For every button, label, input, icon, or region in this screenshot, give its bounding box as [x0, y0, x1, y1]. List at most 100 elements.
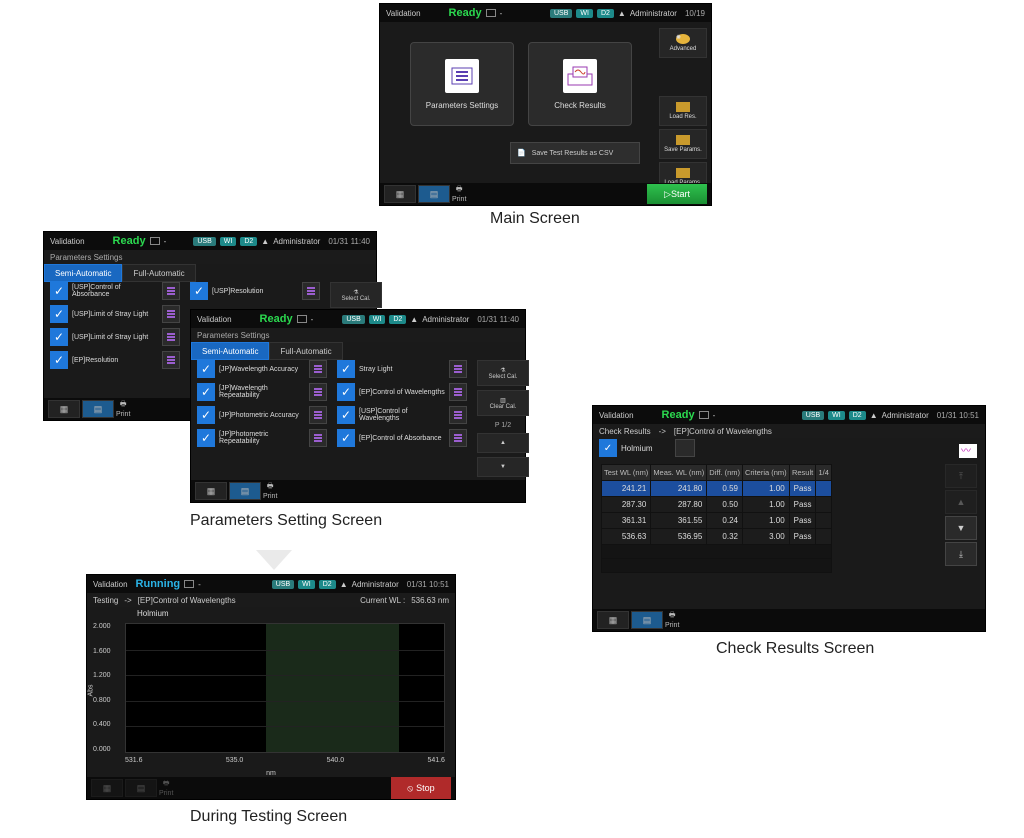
- table-row[interactable]: 287.30287.800.501.00 Pass: [602, 497, 832, 513]
- config-button[interactable]: [449, 429, 467, 447]
- battery-icon: [699, 411, 709, 419]
- checkbox[interactable]: ✓: [50, 282, 68, 300]
- card-parameters-settings[interactable]: Parameters Settings: [410, 42, 514, 126]
- config-button[interactable]: [309, 360, 327, 378]
- advanced-button[interactable]: ✺ Advanced: [659, 28, 707, 58]
- config-button[interactable]: [162, 328, 180, 346]
- breadcrumb-mode: Testing: [93, 596, 118, 605]
- status-text: Running: [136, 578, 181, 590]
- table-row[interactable]: 536.63536.950.323.00 Pass: [602, 529, 832, 545]
- config-button[interactable]: [309, 429, 327, 447]
- table-row: [602, 545, 832, 559]
- checkbox[interactable]: ✓: [50, 351, 68, 369]
- checkbox[interactable]: ✓: [190, 282, 208, 300]
- titlebar: Validation Ready - USB WI D2 ▲ Administr…: [191, 310, 525, 328]
- config-button[interactable]: [309, 406, 327, 424]
- datetime: 01/31 11:40: [328, 237, 370, 246]
- select-cal-button[interactable]: ⚗ Select Cal.: [330, 282, 382, 308]
- checkbox[interactable]: ✓: [50, 305, 68, 323]
- folder-icon: [676, 102, 690, 112]
- specimen-list-button[interactable]: [675, 439, 695, 457]
- x-tick: 531.6: [125, 757, 143, 767]
- param-label: [EP]Control of Absorbance: [359, 435, 445, 442]
- user-label: Administrator: [422, 315, 469, 324]
- show-graph-button[interactable]: [959, 444, 977, 458]
- list-view-button[interactable]: ▤: [418, 185, 450, 203]
- checkbox[interactable]: ✓: [197, 383, 215, 401]
- grid-view-button[interactable]: ▦: [597, 611, 629, 629]
- print-button[interactable]: 🖶 Print: [665, 611, 679, 629]
- list-view-button[interactable]: ▤: [631, 611, 663, 629]
- start-button[interactable]: ▷ Start: [647, 184, 707, 204]
- app-title: Validation: [197, 315, 232, 324]
- breadcrumb-item: [EP]Control of Wavelengths: [138, 596, 236, 605]
- tab-full-automatic[interactable]: Full-Automatic: [269, 342, 342, 360]
- page-last-button[interactable]: ⤓: [945, 542, 977, 566]
- caption-results: Check Results Screen: [716, 640, 874, 658]
- wi-chip: WI: [220, 237, 237, 246]
- card-check-results-label: Check Results: [554, 101, 606, 110]
- config-button[interactable]: [449, 406, 467, 424]
- battery-icon: [486, 9, 496, 17]
- tab-semi-automatic[interactable]: Semi-Automatic: [191, 342, 269, 360]
- config-button[interactable]: [162, 305, 180, 323]
- clear-cal-button[interactable]: ▥ Clear Cal.: [477, 390, 529, 416]
- config-button[interactable]: [449, 383, 467, 401]
- config-button[interactable]: [302, 282, 320, 300]
- list-view-button[interactable]: ▤: [82, 400, 114, 418]
- select-cal-label: Select Cal.: [488, 374, 517, 380]
- column-header: Meas. WL (nm): [651, 465, 707, 481]
- config-button[interactable]: [162, 282, 180, 300]
- tab-full-automatic[interactable]: Full-Automatic: [122, 264, 195, 282]
- param-label: [JP]Photometric Accuracy: [219, 412, 305, 419]
- checkbox[interactable]: ✓: [197, 429, 215, 447]
- page-down-button[interactable]: ▼: [477, 457, 529, 477]
- table-row[interactable]: 241.21241.800.591.00 Pass: [602, 481, 832, 497]
- card-check-results[interactable]: Check Results: [528, 42, 632, 126]
- config-button[interactable]: [162, 351, 180, 369]
- config-button[interactable]: [449, 360, 467, 378]
- config-button[interactable]: [309, 383, 327, 401]
- d2-chip: D2: [319, 580, 336, 589]
- checkbox[interactable]: ✓: [337, 429, 355, 447]
- stop-button[interactable]: ⦸ Stop: [391, 777, 451, 799]
- list-view-button: ▤: [125, 779, 157, 797]
- save-params-button[interactable]: Save Params.: [659, 129, 707, 159]
- play-icon: ▷: [664, 189, 671, 200]
- results-screen: Validation Ready - USB WI D2 ▲ Administr…: [592, 405, 986, 632]
- save-csv-button[interactable]: 📄 Save Test Results as CSV: [510, 142, 640, 164]
- checkbox[interactable]: ✓: [197, 360, 215, 378]
- grid-view-button[interactable]: ▦: [384, 185, 416, 203]
- select-cal-button[interactable]: ⚗ Select Cal.: [477, 360, 529, 386]
- printer-icon: 🖶: [163, 779, 170, 790]
- list-view-button[interactable]: ▤: [229, 482, 261, 500]
- param-label: [USP]Resolution: [212, 288, 298, 295]
- checkbox[interactable]: ✓: [197, 406, 215, 424]
- checkbox[interactable]: ✓: [337, 360, 355, 378]
- print-button[interactable]: 🖶 Print: [452, 185, 466, 203]
- flask-icon: ⚗: [500, 367, 505, 374]
- page-up-button[interactable]: ▲: [477, 433, 529, 453]
- page-down-button[interactable]: ▼: [945, 516, 977, 540]
- status-text: Ready: [260, 313, 293, 325]
- column-header: Test WL (nm): [602, 465, 651, 481]
- print-label: Print: [452, 196, 466, 203]
- checkbox[interactable]: ✓: [337, 383, 355, 401]
- print-button[interactable]: 🖶 Print: [263, 482, 277, 500]
- main-screen: Validation Ready - USB WI D2 ▲ Administr…: [379, 3, 712, 206]
- checkbox[interactable]: ✓: [599, 439, 617, 457]
- tab-semi-automatic[interactable]: Semi-Automatic: [44, 264, 122, 282]
- print-label: Print: [263, 493, 277, 500]
- table-row[interactable]: 361.31361.550.241.00 Pass: [602, 513, 832, 529]
- print-button[interactable]: 🖶 Print: [116, 400, 130, 418]
- checkbox[interactable]: ✓: [337, 406, 355, 424]
- load-results-button[interactable]: Load Res.: [659, 96, 707, 126]
- checkbox[interactable]: ✓: [50, 328, 68, 346]
- user-label: Administrator: [882, 411, 929, 420]
- specimen-selector-row: ✓ Holmium: [593, 438, 985, 458]
- spectrum-label: Holmium: [137, 609, 169, 618]
- titlebar: Validation Ready - USB WI D2 ▲ Administr…: [380, 4, 711, 22]
- print-label: Print: [116, 411, 130, 418]
- grid-view-button[interactable]: ▦: [195, 482, 227, 500]
- grid-view-button[interactable]: ▦: [48, 400, 80, 418]
